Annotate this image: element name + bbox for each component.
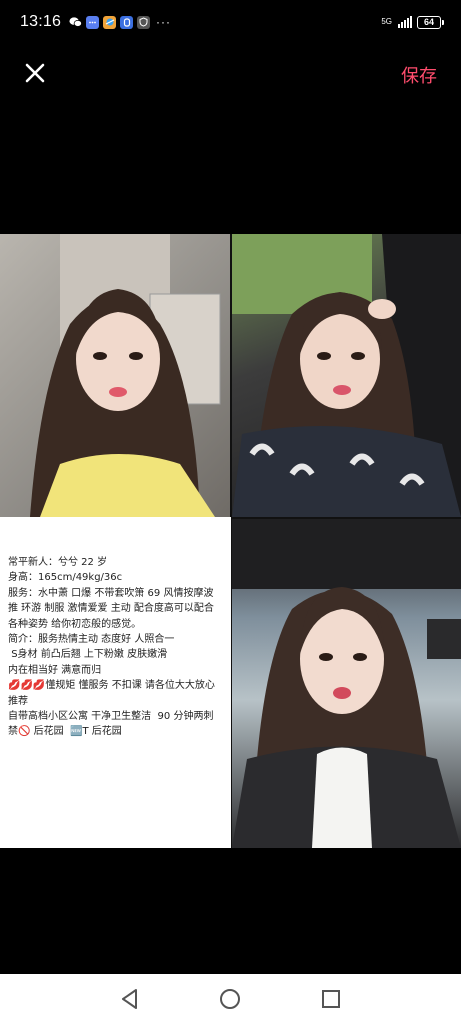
shield-app-icon: [137, 15, 151, 29]
portrait-photo-car: [232, 234, 461, 517]
message-app-icon: [86, 15, 100, 29]
image-collage[interactable]: 常平新人：兮兮 22 岁 身高：165cm/49kg/36c 服务：水中萧 口爆…: [0, 234, 461, 848]
save-button[interactable]: 保存: [401, 62, 437, 88]
status-bar: 13:16 ··· 5G 64: [0, 0, 461, 44]
photo-bottom-right: [232, 519, 461, 848]
portrait-photo-selfie: [232, 519, 461, 848]
viewer-toolbar: 保存: [0, 50, 461, 94]
home-circle-icon: [220, 989, 241, 1009]
recents-button[interactable]: [318, 986, 344, 1012]
wechat-icon: [69, 16, 82, 29]
system-status: 5G 64: [381, 15, 444, 29]
system-navigation-bar: [0, 974, 461, 1024]
back-triangle-icon: [122, 989, 138, 1009]
more-notifications-icon: ···: [156, 15, 172, 29]
blue-app-icon: [120, 15, 134, 29]
photo-top-right: [232, 234, 461, 517]
close-icon: [25, 63, 45, 83]
photo-top-left: [0, 234, 230, 517]
portrait-photo: [30, 234, 221, 517]
browser-app-icon: [103, 15, 117, 29]
back-button[interactable]: [117, 986, 143, 1012]
home-button[interactable]: [217, 986, 243, 1012]
battery-icon: 64: [417, 15, 444, 29]
status-time: 13:16: [20, 13, 62, 30]
signal-icon: [398, 16, 412, 28]
close-button[interactable]: [22, 60, 48, 86]
post-caption-panel: 常平新人：兮兮 22 岁 身高：165cm/49kg/36c 服务：水中萧 口爆…: [0, 517, 231, 848]
post-caption: 常平新人：兮兮 22 岁 身高：165cm/49kg/36c 服务：水中萧 口爆…: [8, 557, 215, 738]
battery-level: 64: [423, 16, 434, 27]
network-label: 5G: [381, 17, 392, 26]
recents-square-icon: [321, 990, 340, 1008]
notification-icons: ···: [69, 15, 171, 29]
